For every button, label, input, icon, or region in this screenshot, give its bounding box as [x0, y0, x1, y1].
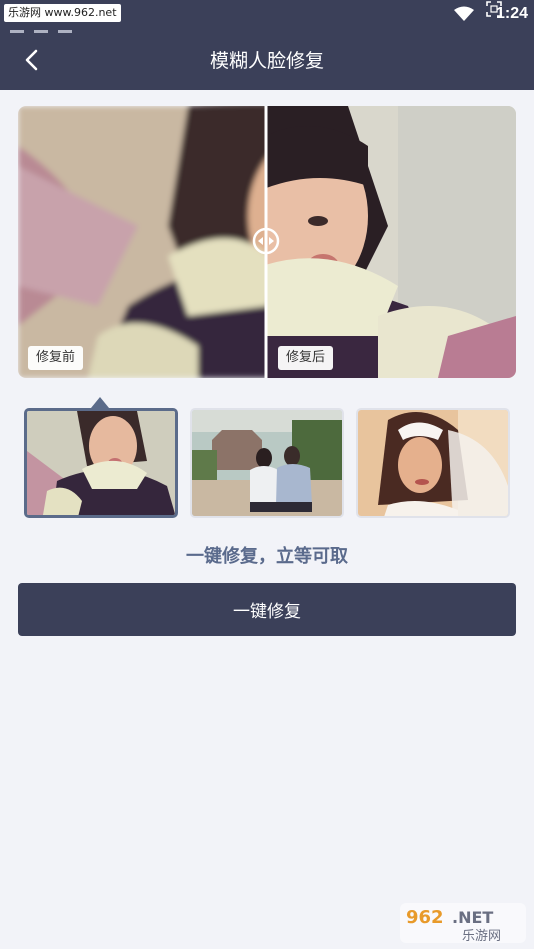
page-title: 模糊人脸修复	[209, 50, 324, 72]
before-label: 修复前	[28, 346, 84, 370]
before-after-compare[interactable]	[18, 106, 516, 378]
one-click-repair-button[interactable]: 一键修复	[18, 583, 516, 636]
wifi-icon	[454, 6, 474, 21]
tagline: 一键修复，立等可取	[186, 546, 348, 567]
compare-photo	[18, 106, 516, 378]
app-header: 乐游网 www.962.net 1:24 模糊人脸修复	[0, 0, 534, 90]
notification-icons	[10, 20, 100, 33]
selected-pointer	[91, 397, 109, 408]
status-bar: 乐游网 www.962.net 1:24	[0, 0, 534, 33]
svg-text:962: 962	[406, 907, 444, 928]
sample-thumb-child[interactable]	[24, 408, 178, 518]
after-label: 修复后	[278, 346, 334, 370]
sample-thumb-bride[interactable]	[356, 408, 510, 518]
svg-text:.NET: .NET	[452, 908, 493, 927]
clock: 1:24	[495, 5, 528, 22]
child-photo	[27, 411, 175, 515]
site-watermark-logo: 962 .NET 乐游网	[400, 903, 526, 943]
park-photo	[192, 410, 342, 516]
svg-text:乐游网: 乐游网	[462, 929, 501, 943]
bride-photo	[358, 410, 508, 516]
sample-thumb-park[interactable]	[190, 408, 344, 518]
